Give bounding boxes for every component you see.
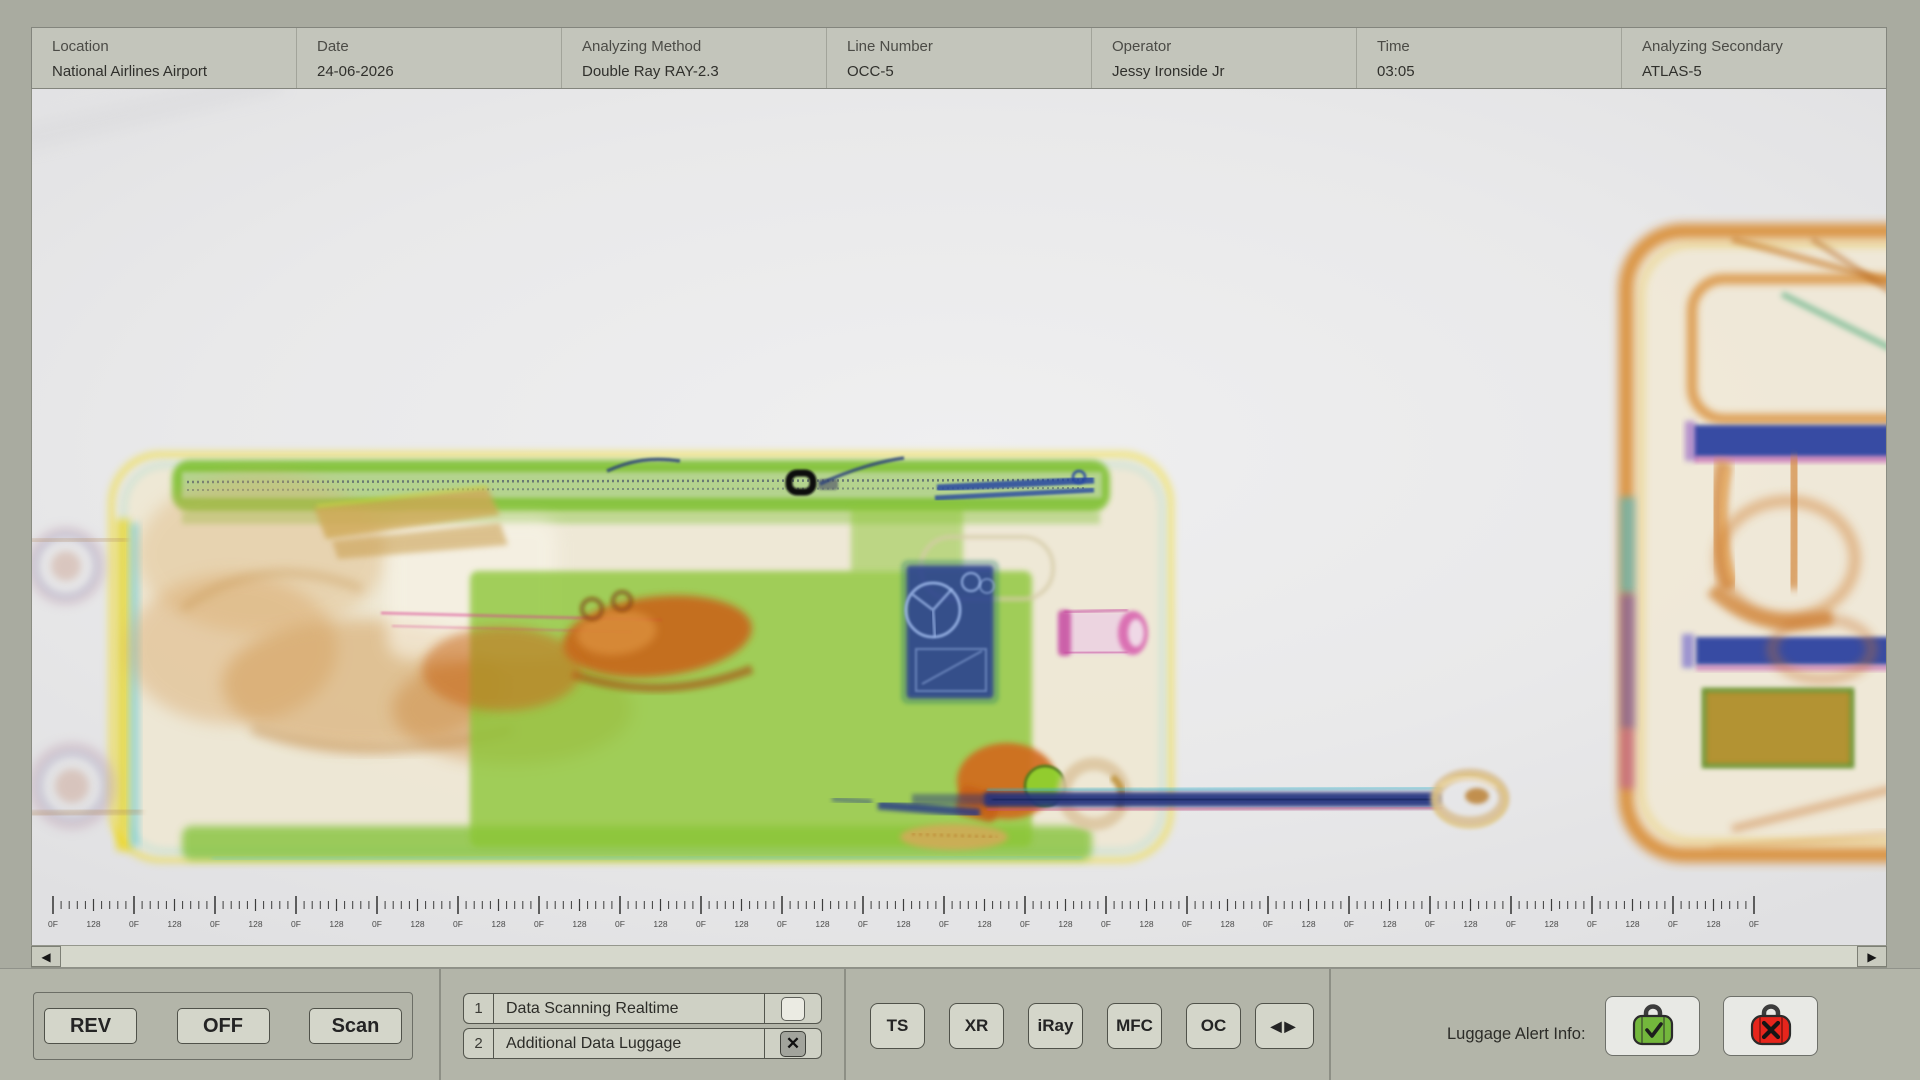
bar-divider xyxy=(844,969,846,1080)
luggage-ok-button[interactable] xyxy=(1605,996,1700,1056)
scroll-left-icon: ◀ xyxy=(41,950,50,964)
pager-left-icon: ◀ xyxy=(1271,1018,1285,1035)
field-label: Line Number xyxy=(847,37,1085,56)
luggage-ok-icon xyxy=(1627,1003,1679,1049)
field-value: ATLAS-5 xyxy=(1642,62,1880,81)
field-label: Analyzing Method xyxy=(582,37,820,56)
field-value: OCC-5 xyxy=(847,62,1085,81)
field-value: Double Ray RAY-2.3 xyxy=(582,62,820,81)
option-number: 1 xyxy=(464,994,494,1023)
option-checkbox-cell: ✕ xyxy=(764,1029,821,1058)
header-cell-time: Time 03:05 xyxy=(1357,28,1622,88)
xray-bottle xyxy=(1058,610,1148,656)
bar-divider xyxy=(1329,969,1331,1080)
scroll-track[interactable] xyxy=(61,946,1857,967)
control-bar: REV OFF Scan 1 Data Scanning Realtime 2 … xyxy=(0,968,1920,1080)
field-label: Date xyxy=(317,37,555,56)
field-label: Location xyxy=(52,37,290,56)
option-checkbox-checked[interactable]: ✕ xyxy=(780,1031,806,1057)
option-row-data-scanning[interactable]: 1 Data Scanning Realtime xyxy=(463,993,822,1024)
mfc-button[interactable]: MFC xyxy=(1107,1003,1162,1049)
option-checkbox-cell xyxy=(764,994,821,1023)
scroll-right-icon: ▶ xyxy=(1867,950,1876,964)
field-value: 03:05 xyxy=(1377,62,1615,81)
field-value: 24-06-2026 xyxy=(317,62,555,81)
scan-button[interactable]: Scan xyxy=(309,1008,402,1044)
iray-button[interactable]: iRay xyxy=(1028,1003,1083,1049)
info-header: Location National Airlines Airport Date … xyxy=(31,27,1887,89)
option-row-additional-data[interactable]: 2 Additional Data Luggage ✕ xyxy=(463,1028,822,1059)
luggage-danger-button[interactable] xyxy=(1723,996,1818,1056)
scanner-app: Location National Airlines Airport Date … xyxy=(0,0,1920,1080)
header-cell-location: Location National Airlines Airport xyxy=(32,28,297,88)
option-label: Data Scanning Realtime xyxy=(494,994,764,1023)
option-number: 2 xyxy=(464,1029,494,1058)
rev-button[interactable]: REV xyxy=(44,1008,137,1044)
transport-group: REV OFF Scan xyxy=(33,992,413,1060)
pager-right-icon: ▶ xyxy=(1285,1018,1299,1035)
option-label: Additional Data Luggage xyxy=(494,1029,764,1058)
field-label: Time xyxy=(1377,37,1615,56)
bar-divider xyxy=(439,969,441,1080)
off-button[interactable]: OFF xyxy=(177,1008,270,1044)
ts-button[interactable]: TS xyxy=(870,1003,925,1049)
field-label: Analyzing Secondary xyxy=(1642,37,1880,56)
xray-image xyxy=(32,89,1887,945)
scroll-left-button[interactable]: ◀ xyxy=(31,946,61,967)
field-label: Operator xyxy=(1112,37,1350,56)
option-checkbox-unchecked[interactable] xyxy=(781,997,805,1021)
field-value: National Airlines Airport xyxy=(52,62,290,81)
field-value: Jessy Ironside Jr xyxy=(1112,62,1350,81)
horizontal-scrollbar: ◀ ▶ xyxy=(31,945,1887,968)
scroll-right-button[interactable]: ▶ xyxy=(1857,946,1887,967)
header-cell-analyzing-secondary: Analyzing Secondary ATLAS-5 xyxy=(1622,28,1886,88)
pager-button[interactable]: ◀ ▶ xyxy=(1255,1003,1314,1049)
header-cell-operator: Operator Jessy Ironside Jr xyxy=(1092,28,1357,88)
oc-button[interactable]: OC xyxy=(1186,1003,1241,1049)
xr-button[interactable]: XR xyxy=(949,1003,1004,1049)
xray-hard-drive xyxy=(903,562,997,702)
x-mark-icon: ✕ xyxy=(786,1035,800,1052)
header-cell-line-number: Line Number OCC-5 xyxy=(827,28,1092,88)
mode-buttons: TS XR iRay MFC OC ◀ ▶ xyxy=(870,1003,1314,1049)
luggage-danger-icon xyxy=(1745,1003,1797,1049)
header-cell-analyzing-method: Analyzing Method Double Ray RAY-2.3 xyxy=(562,28,827,88)
xray-viewport: 0F1280F1280F1280F1280F1280F1280F1280F128… xyxy=(31,89,1887,945)
xray-second-suitcase xyxy=(1620,231,1887,855)
header-cell-date: Date 24-06-2026 xyxy=(297,28,562,88)
luggage-alert-label: Luggage Alert Info: xyxy=(1447,1025,1586,1044)
